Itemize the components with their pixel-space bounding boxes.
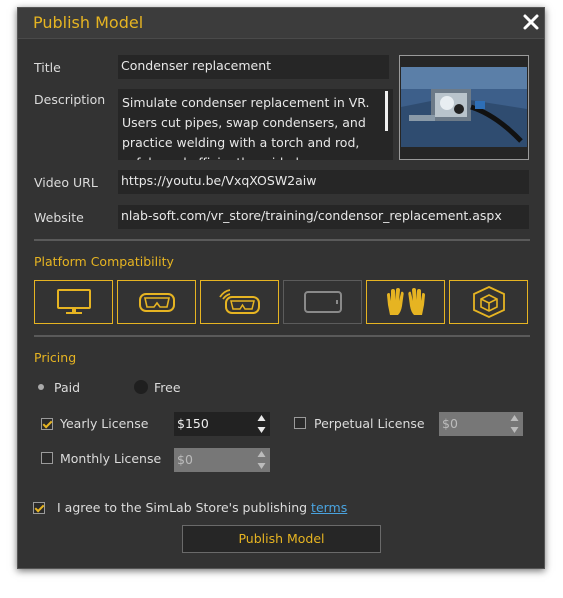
title-label: Title (34, 60, 61, 75)
platform-desktop-button[interactable] (34, 280, 113, 324)
description-scrollbar[interactable] (385, 91, 388, 131)
tablet-icon (303, 291, 342, 313)
monthly-price-value: $0 (177, 452, 193, 467)
platform-wireless-vr-button[interactable] (200, 280, 279, 324)
perpetual-license-checkbox[interactable] (294, 417, 306, 429)
divider (34, 239, 530, 241)
dialog-title: Publish Model (33, 13, 144, 32)
desktop-monitor-icon (56, 289, 91, 314)
perpetual-license-label: Perpetual License (314, 416, 425, 431)
platform-ar-button[interactable] (449, 280, 528, 324)
publish-model-button[interactable]: Publish Model (182, 525, 381, 553)
title-input[interactable]: Condenser replacement (118, 55, 389, 79)
platform-hands-button[interactable] (366, 280, 445, 324)
description-textarea[interactable]: Simulate condenser replacement in VR. Us… (118, 89, 393, 160)
description-label: Description (34, 92, 106, 107)
monthly-price-stepper[interactable]: $0 (174, 448, 270, 472)
ar-cube-icon (472, 286, 505, 318)
stepper-arrows-icon[interactable] (257, 414, 266, 434)
video-url-input[interactable]: https://youtu.be/VxqXOSW2aiw (118, 170, 529, 194)
yearly-price-value: $150 (177, 416, 209, 431)
video-url-label: Video URL (34, 175, 98, 190)
website-input[interactable]: nlab-soft.com/vr_store/training/condenso… (118, 205, 529, 229)
paid-label: Paid (54, 380, 81, 395)
platform-tablet-button[interactable] (283, 280, 362, 324)
publish-model-dialog: Publish Model Title Condenser replacemen… (17, 7, 545, 569)
wireless-vr-headset-icon (218, 289, 260, 314)
yearly-price-stepper[interactable]: $150 (174, 412, 270, 436)
free-radio-circle (134, 380, 148, 394)
agree-terms-label: I agree to the SimLab Store's publishing… (57, 500, 347, 515)
yearly-license-checkbox[interactable] (41, 418, 53, 430)
close-button[interactable] (520, 11, 542, 33)
website-label: Website (34, 210, 84, 225)
perpetual-price-stepper[interactable]: $0 (439, 412, 523, 436)
agree-terms-checkbox[interactable] (33, 502, 45, 514)
pricing-heading: Pricing (34, 350, 77, 365)
platform-heading: Platform Compatibility (34, 254, 174, 269)
stepper-arrows-icon[interactable] (257, 450, 266, 470)
paid-radio-dot (38, 384, 44, 390)
thumbnail-image (401, 67, 527, 147)
platform-vr-button[interactable] (117, 280, 196, 324)
monthly-license-checkbox[interactable] (41, 452, 53, 464)
hands-icon (386, 288, 425, 315)
free-label: Free (154, 380, 181, 395)
terms-link[interactable]: terms (311, 500, 347, 515)
model-thumbnail[interactable] (399, 55, 529, 160)
agree-terms-text: I agree to the SimLab Store's publishing (57, 500, 312, 515)
divider (34, 335, 530, 337)
perpetual-price-value: $0 (442, 416, 458, 431)
vr-headset-icon (138, 293, 175, 312)
dialog-titlebar: Publish Model (18, 8, 544, 39)
yearly-license-label: Yearly License (60, 416, 149, 431)
stepper-arrows-icon[interactable] (510, 414, 519, 434)
close-icon (523, 14, 539, 30)
monthly-license-label: Monthly License (60, 451, 162, 466)
description-text: Simulate condenser replacement in VR. Us… (122, 95, 370, 160)
